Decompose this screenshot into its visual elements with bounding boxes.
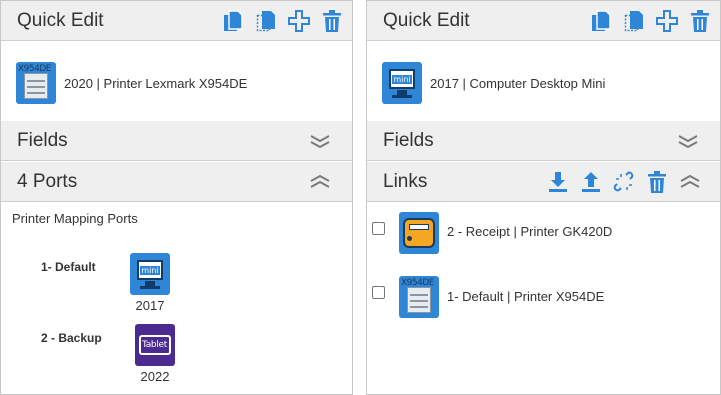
ports-header[interactable]: 4 Ports xyxy=(1,162,352,202)
duplicate-icon[interactable] xyxy=(254,9,278,33)
tablet-icon-label: Tablet xyxy=(142,340,168,350)
trash-icon[interactable] xyxy=(645,170,669,194)
links-header[interactable]: Links xyxy=(367,162,720,202)
right-panel: Quick Edit mini 2017 | Computer Desktop … xyxy=(366,0,721,395)
duplicate-icon[interactable] xyxy=(622,9,646,33)
collapse-chevrons-icon[interactable] xyxy=(678,170,702,194)
link-checkbox[interactable] xyxy=(372,286,385,299)
link-label[interactable]: 2 - Receipt | Printer GK420D xyxy=(447,224,612,239)
device-summary: X954DE 2020 | Printer Lexmark X954DE xyxy=(1,62,352,104)
quick-edit-actions xyxy=(212,9,344,33)
receipt-printer-icon xyxy=(399,212,439,254)
left-panel: Quick Edit X954DE 2020 | Printer Lexmark… xyxy=(0,0,353,395)
monitor-icon[interactable]: mini xyxy=(130,253,170,295)
upload-icon[interactable] xyxy=(579,170,603,194)
device-label: 2017 | Computer Desktop Mini xyxy=(430,75,606,91)
quick-edit-actions xyxy=(580,9,712,33)
add-icon[interactable] xyxy=(287,9,311,33)
port-name: 1- Default xyxy=(41,260,96,274)
port-name: 2 - Backup xyxy=(41,331,102,345)
tablet-icon[interactable]: Tablet xyxy=(135,324,175,366)
unlink-icon[interactable] xyxy=(612,170,636,194)
trash-icon[interactable] xyxy=(688,9,712,33)
monitor-icon-label: mini xyxy=(392,75,412,84)
monitor-icon-label: mini xyxy=(140,266,160,275)
port-year: 2022 xyxy=(140,369,170,384)
collapse-chevrons-icon[interactable] xyxy=(308,170,332,194)
monitor-icon: mini xyxy=(382,62,422,104)
printer-icon: X954DE xyxy=(16,62,56,104)
fields-header[interactable]: Fields xyxy=(367,121,720,161)
expand-chevrons-icon[interactable] xyxy=(308,129,332,153)
copy-icon[interactable] xyxy=(221,9,245,33)
printer-icon: X954DE xyxy=(399,276,439,318)
port-year: 2017 xyxy=(135,298,165,313)
links-title: Links xyxy=(383,170,428,192)
device-label: 2020 | Printer Lexmark X954DE xyxy=(64,75,248,91)
quick-edit-header: Quick Edit xyxy=(367,1,720,41)
ports-section-label: Printer Mapping Ports xyxy=(12,211,138,226)
copy-icon[interactable] xyxy=(589,9,613,33)
ports-title: 4 Ports xyxy=(17,170,78,192)
quick-edit-title: Quick Edit xyxy=(383,9,470,31)
add-icon[interactable] xyxy=(655,9,679,33)
link-checkbox[interactable] xyxy=(372,222,385,235)
link-label[interactable]: 1- Default | Printer X954DE xyxy=(447,289,604,304)
device-summary: mini 2017 | Computer Desktop Mini xyxy=(367,62,720,104)
quick-edit-header: Quick Edit xyxy=(1,1,352,41)
trash-icon[interactable] xyxy=(320,9,344,33)
quick-edit-title: Quick Edit xyxy=(17,9,104,31)
fields-title: Fields xyxy=(383,129,434,151)
download-icon[interactable] xyxy=(546,170,570,194)
expand-chevrons-icon[interactable] xyxy=(676,129,700,153)
fields-header[interactable]: Fields xyxy=(1,121,352,161)
fields-title: Fields xyxy=(17,129,68,151)
